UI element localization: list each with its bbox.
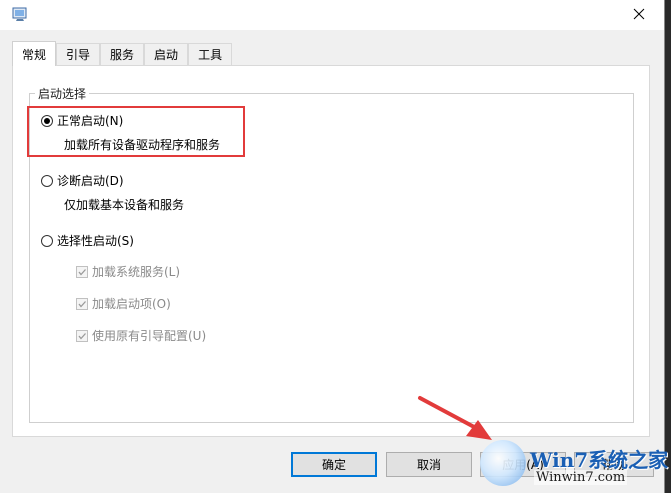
tab-general[interactable]: 常规 xyxy=(12,41,57,66)
watermark-title: Win7系统之家 xyxy=(530,448,669,472)
watermark: Win7系统之家 Winwin7.com xyxy=(470,436,671,493)
red-arrow-annotation xyxy=(418,396,492,440)
watermark-url: Winwin7.com xyxy=(534,470,628,485)
windows-logo-icon xyxy=(480,440,526,486)
